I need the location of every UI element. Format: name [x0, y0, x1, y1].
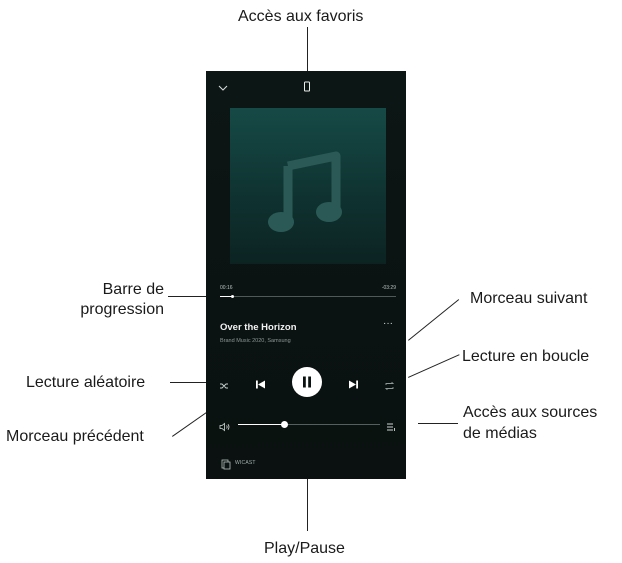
wicast-label[interactable]: WICAST	[235, 460, 256, 466]
leader-next	[408, 299, 460, 341]
callout-sources-line1: Accès aux sources	[463, 404, 598, 421]
track-subtitle: Brand Music 2020, Samsung	[220, 338, 291, 344]
callout-next: Morceau suivant	[470, 290, 588, 307]
callout-previous: Morceau précédent	[6, 428, 144, 445]
phone-icon[interactable]	[303, 80, 311, 92]
repeat-icon[interactable]	[384, 378, 395, 391]
playlist-icon[interactable]	[386, 419, 397, 431]
pause-icon	[303, 376, 311, 388]
play-pause-button[interactable]	[292, 367, 322, 397]
volume-handle[interactable]	[281, 421, 289, 428]
callout-favorites: Accès aux favoris	[238, 8, 364, 25]
skip-previous-icon[interactable]	[255, 377, 266, 389]
more-options-button[interactable]: ···	[383, 318, 393, 329]
leader-shuffle	[170, 382, 206, 383]
leader-playpause	[307, 479, 308, 531]
track-title: Over the Horizon	[220, 322, 297, 333]
skip-next-icon[interactable]	[348, 377, 359, 389]
music-note-icon	[268, 151, 342, 232]
leader-sources	[418, 423, 458, 424]
progress-handle[interactable]	[230, 295, 234, 298]
volume-fill	[238, 424, 285, 425]
callout-sources-line2: de médias	[463, 425, 537, 442]
elapsed-time: 00:16	[220, 285, 233, 291]
volume-icon[interactable]	[219, 419, 231, 432]
callout-repeat: Lecture en boucle	[462, 348, 590, 365]
remaining-time: -03:29	[381, 285, 396, 291]
shuffle-icon[interactable]	[219, 378, 229, 389]
album-art	[230, 108, 386, 264]
progress-track[interactable]	[220, 296, 396, 297]
callout-progress-line1: Barre de	[102, 281, 164, 298]
callout-shuffle: Lecture aléatoire	[26, 374, 146, 391]
callout-progress-line2: progression	[80, 301, 164, 318]
chevron-down-icon[interactable]	[217, 80, 229, 91]
player-screen: 00:16 -03:29 Over the Horizon Brand Musi…	[206, 71, 406, 479]
leader-repeat	[408, 354, 460, 378]
leader-favorites	[307, 27, 308, 71]
callout-playpause: Play/Pause	[264, 540, 345, 557]
wicast-icon[interactable]	[221, 457, 231, 470]
